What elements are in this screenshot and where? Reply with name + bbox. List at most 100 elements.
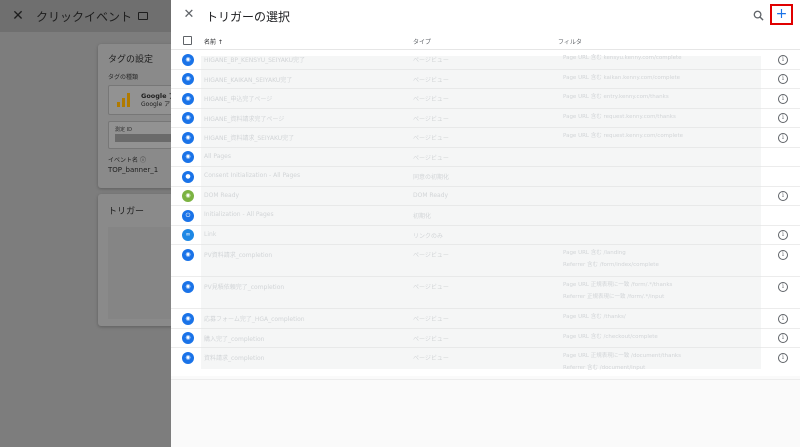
trigger-row[interactable]: ∞ Link リンクのみ i: [171, 226, 800, 245]
info-icon[interactable]: i: [778, 74, 788, 84]
trigger-row[interactable]: ◉ HIGANE_KAIKAN_SEIYAKU完了 ページビュー Page URL 含…: [171, 70, 800, 89]
trigger-type: ページビュー: [413, 335, 449, 343]
trigger-name: DOM Ready: [204, 191, 240, 199]
trigger-list: ◉ HIGANE_BP_KENSYU_SEIYAKU完了ページビュー Page UR…: [171, 50, 800, 380]
info-icon[interactable]: i: [778, 249, 788, 260]
column-type-header: タイプ: [413, 39, 432, 46]
trigger-type: ページビュー: [413, 154, 449, 162]
trigger-type: 同意の初期化: [413, 174, 450, 181]
trigger-name: HIGANE_申込完了ページ: [204, 96, 273, 103]
eye-icon: ◉: [182, 151, 194, 163]
trigger-name: HIGANE_KAIKAN_SEIYAKU完了: [204, 76, 293, 84]
trigger-filter: Page URL 含む request.kenny.com/complete: [563, 133, 683, 139]
trigger-name: 応募フォーム完了_HGA_completion: [204, 316, 305, 323]
trigger-name: 購入完了_completion: [204, 335, 265, 343]
trigger-row[interactable]: ◉ DOM Ready DOM Ready i: [171, 187, 800, 206]
trigger-row[interactable]: ◉ PV見積依頼完了_completion ページビュー Page URL 正規表現に…: [171, 277, 800, 309]
trigger-row[interactable]: ◉ 資料請求_completion ページビュー Page URL 正規表現に一致 /…: [171, 348, 800, 380]
trigger-filter: Referrer 含む /document/input: [563, 365, 646, 371]
trigger-name: HIGANE_BP_KENSYU_SEIYAKU完了: [204, 57, 305, 64]
background-close-icon[interactable]: ✕: [0, 8, 36, 24]
tag-type-sub: Google ア: [141, 100, 171, 108]
trigger-type: ページビュー: [413, 135, 449, 142]
info-icon[interactable]: i: [778, 333, 788, 343]
measurement-id-value: [115, 134, 177, 142]
trigger-name: Link: [204, 230, 217, 238]
trigger-type: ページビュー: [413, 284, 449, 291]
trigger-type: ページビュー: [413, 76, 449, 84]
eye-icon: ◉: [182, 53, 194, 66]
trigger-row[interactable]: ◉ HIGANE_申込完了ページ ページビュー Page URL 含む entry.k…: [171, 89, 800, 109]
column-filter-header: フィルタ: [558, 39, 582, 46]
measurement-id-label: 測定 ID: [115, 127, 132, 133]
info-icon[interactable]: i: [778, 113, 788, 123]
trigger-row[interactable]: ● Consent Initialization - All Pages 同意の初期…: [171, 167, 800, 187]
eye-icon: ◉: [182, 351, 194, 364]
power-icon: ⏻: [182, 209, 194, 222]
panel-header: ✕ トリガーの選択 +: [171, 0, 800, 32]
eye-icon: ◉: [182, 190, 194, 202]
eye-icon: ◉: [182, 332, 194, 344]
trigger-filter: Page URL 含む request.kenny.com/thanks: [563, 113, 676, 120]
trigger-name: PV資料請求_completion: [204, 252, 273, 259]
trigger-row[interactable]: ◉ 応募フォーム完了_HGA_completion ページビュー Page URL 含…: [171, 309, 800, 329]
trigger-row[interactable]: ⏻ Initialization - All Pages 初期化: [171, 206, 800, 226]
trigger-row[interactable]: ◉ HIGANE_資料請求_SEIYAKU完了 ページビュー Page URL 含む …: [171, 128, 800, 148]
consent-icon: ●: [182, 170, 194, 183]
eye-icon: ◉: [182, 312, 194, 325]
trigger-type: ページビュー: [413, 355, 449, 362]
help-icon[interactable]: ⓘ: [140, 157, 146, 164]
select-all-checkbox[interactable]: [183, 36, 192, 45]
info-icon[interactable]: i: [778, 191, 788, 201]
table-header: 名前 ↑ タイプ フィルタ: [171, 32, 800, 50]
background-page-title: クリックイベント: [36, 9, 133, 24]
trigger-type: DOM Ready: [413, 191, 449, 199]
trigger-row[interactable]: ◉ PV資料請求_completion ページビュー Page URL 含む /lan…: [171, 245, 800, 277]
trigger-name: Initialization - All Pages: [204, 211, 274, 218]
trigger-row[interactable]: ◉ HIGANE_資料請求完了ページ ページビュー Page URL 含む reque…: [171, 109, 800, 128]
trigger-filter: Page URL 正規表現に一致 /document/thanks: [563, 353, 681, 359]
column-name-header[interactable]: 名前 ↑: [204, 37, 223, 46]
trigger-filter: Referrer 含む /form/index/complete: [563, 262, 659, 268]
trigger-name: All Pages: [204, 152, 231, 160]
trigger-name: 資料請求_completion: [204, 355, 265, 362]
trigger-filter: Page URL 含む /checkout/complete: [563, 333, 658, 340]
trigger-name: HIGANE_資料請求_SEIYAKU完了: [204, 135, 295, 142]
eye-icon: ◉: [182, 248, 194, 261]
info-icon[interactable]: i: [778, 93, 788, 104]
trigger-type: 初期化: [413, 213, 432, 220]
trigger-filter: Page URL 含む entry.kenny.com/thanks: [563, 94, 669, 100]
eye-icon: ◉: [182, 112, 194, 124]
trigger-row[interactable]: ◉ 購入完了_completion ページビュー Page URL 含む /check…: [171, 329, 800, 348]
event-name-label: イベント名: [108, 157, 139, 164]
panel-body: ✕ トリガーの選択 + 名前 ↑ タイプ フィルタ ◉ HIGANE_BP_KEN…: [171, 0, 800, 380]
trigger-type: ページビュー: [413, 115, 449, 123]
trigger-type: ページビュー: [413, 316, 449, 323]
info-icon[interactable]: i: [778, 281, 788, 292]
eye-icon: ◉: [182, 92, 194, 105]
info-icon[interactable]: i: [778, 313, 788, 324]
trigger-filter: Page URL 含む kaikan.kenny.com/complete: [563, 74, 681, 81]
trigger-row[interactable]: ◉ HIGANE_BP_KENSYU_SEIYAKU完了 ページビュー Page UR…: [171, 50, 800, 70]
info-icon[interactable]: i: [778, 352, 788, 363]
trigger-row[interactable]: ◉ All Pages ページビュー: [171, 148, 800, 167]
trigger-name: Consent Initialization - All Pages: [204, 172, 301, 179]
info-icon[interactable]: i: [778, 54, 788, 65]
trigger-filter: Referrer 正規表現に一致 /form/.*/input: [563, 294, 665, 300]
close-icon[interactable]: ✕: [181, 7, 197, 23]
folder-icon[interactable]: [138, 12, 149, 20]
eye-icon: ◉: [182, 280, 194, 293]
add-trigger-button[interactable]: +: [770, 4, 793, 25]
info-icon[interactable]: i: [778, 132, 788, 143]
search-icon[interactable]: [753, 10, 764, 21]
trigger-name: HIGANE_資料請求完了ページ: [204, 115, 285, 123]
panel-title: トリガーの選択: [206, 10, 291, 24]
eye-icon: ◉: [182, 131, 194, 144]
google-analytics-icon: [117, 93, 135, 107]
info-icon[interactable]: i: [778, 230, 788, 240]
trigger-type: ページビュー: [413, 252, 449, 259]
trigger-filter: Page URL 正規表現に一致 /form/.*/thanks: [563, 282, 673, 288]
trigger-filter: Page URL 含む /thanks/: [563, 314, 626, 320]
trigger-filter: Page URL 含む /landing: [563, 250, 626, 256]
link-icon: ∞: [182, 229, 194, 241]
